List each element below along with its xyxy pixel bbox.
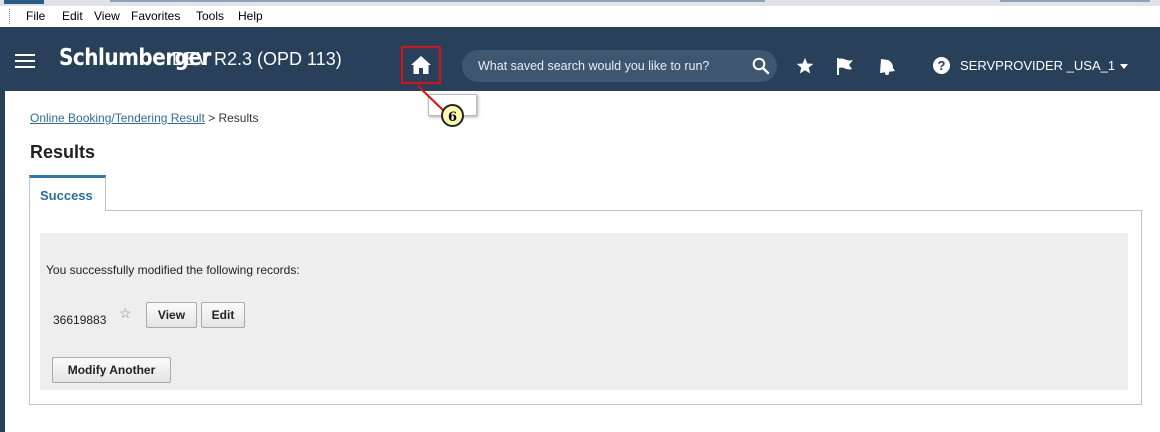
- browser-menu-bar: File Edit View Favorites Tools Help: [0, 6, 1160, 28]
- search-icon[interactable]: [752, 57, 770, 75]
- home-button[interactable]: [401, 46, 441, 84]
- menu-view[interactable]: View: [94, 9, 120, 23]
- menu-file[interactable]: File: [26, 9, 45, 23]
- user-menu[interactable]: SERVPROVIDER _USA_1: [960, 58, 1129, 73]
- saved-search-input[interactable]: What saved search would you like to run?: [462, 50, 777, 82]
- tab-label: Success: [40, 188, 93, 203]
- menu-favorites[interactable]: Favorites: [131, 9, 180, 23]
- edit-button[interactable]: Edit: [201, 302, 245, 328]
- tab-strip-segment: [1000, 0, 1150, 2]
- breadcrumb-current: Results: [218, 111, 259, 125]
- menu-tools[interactable]: Tools: [196, 9, 224, 23]
- breadcrumb-separator: >: [204, 111, 219, 125]
- tab-success[interactable]: Success: [29, 175, 106, 211]
- tab-strip-segment: [110, 0, 765, 2]
- tab-strip-segment: [4, 0, 44, 4]
- search-placeholder: What saved search would you like to run?: [478, 59, 710, 73]
- chevron-down-icon: [1120, 64, 1129, 70]
- modify-another-button[interactable]: Modify Another: [52, 357, 171, 383]
- star-icon[interactable]: [796, 57, 814, 75]
- menu-icon[interactable]: [15, 54, 35, 69]
- breadcrumb: Online Booking/Tendering Result > Result…: [30, 111, 258, 125]
- flag-icon[interactable]: [836, 57, 854, 75]
- help-icon[interactable]: ?: [933, 57, 950, 74]
- view-button[interactable]: View: [146, 302, 197, 328]
- star-outline-icon[interactable]: ☆: [119, 305, 132, 322]
- user-name: SERVPROVIDER _USA_1: [960, 58, 1116, 73]
- page-title: Results: [30, 142, 96, 162]
- menu-help[interactable]: Help: [238, 9, 263, 23]
- menu-edit[interactable]: Edit: [62, 9, 83, 23]
- left-edge-bar: [0, 91, 5, 432]
- environment-label: DEV R2.3 (OPD 113): [172, 49, 342, 69]
- record-id[interactable]: 36619883: [53, 313, 106, 327]
- step-callout: 6: [441, 104, 464, 127]
- menu-grip: [9, 9, 12, 24]
- home-icon: [411, 56, 431, 74]
- success-message: You successfully modified the following …: [46, 263, 300, 277]
- breadcrumb-link[interactable]: Online Booking/Tendering Result: [30, 111, 205, 125]
- app-header: Schlumberger DEV R2.3 (OPD 113) What sav…: [0, 27, 1160, 91]
- bell-icon[interactable]: [878, 57, 896, 75]
